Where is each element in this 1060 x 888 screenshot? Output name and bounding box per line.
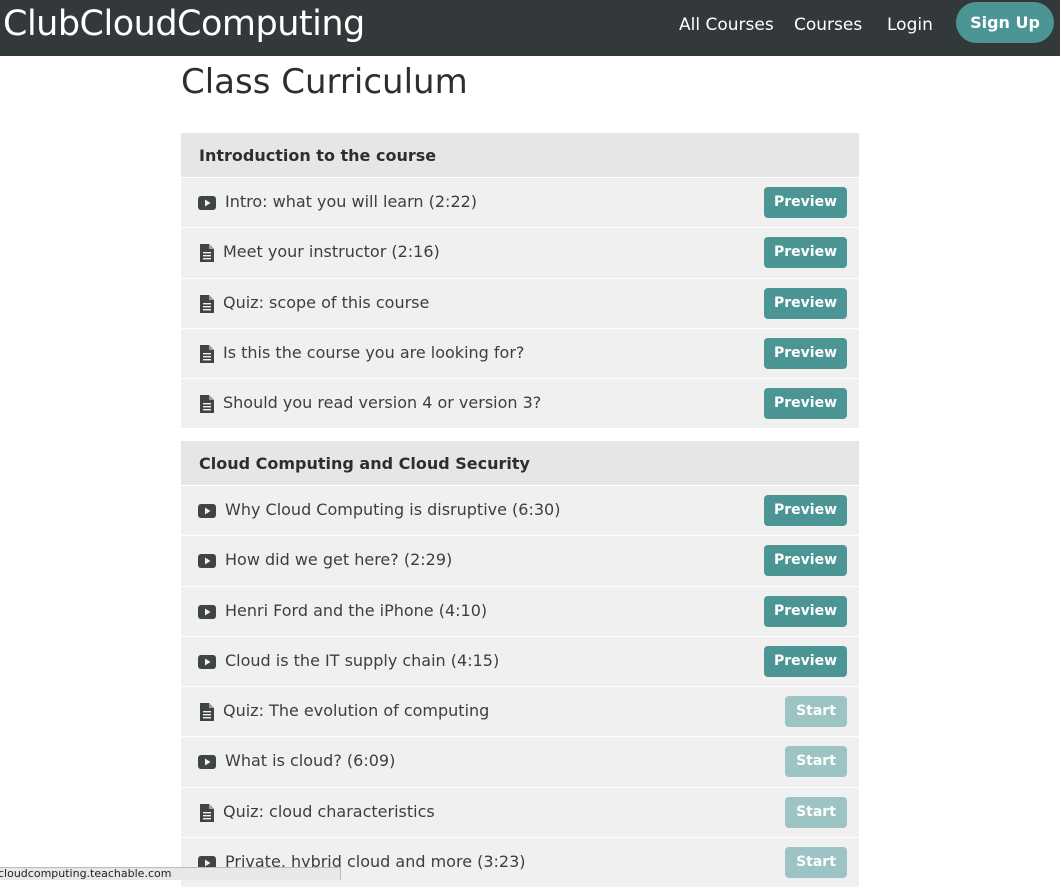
video-icon [198, 653, 216, 671]
document-icon [198, 703, 216, 722]
nav-link-login[interactable]: Login [887, 15, 933, 35]
lecture-title: Quiz: The evolution of computing [223, 701, 490, 721]
browser-status-url: cloudcomputing.teachable.com [0, 867, 341, 880]
video-icon [198, 603, 216, 621]
brand-logo[interactable]: ClubCloudComputing [3, 4, 365, 44]
preview-button[interactable]: Preview [764, 187, 847, 218]
lecture-title: How did we get here? (2:29) [225, 550, 453, 570]
lecture-item[interactable]: Henri Ford and the iPhone (4:10) Preview [181, 586, 859, 637]
section-title: Cloud Computing and Cloud Security [181, 441, 859, 486]
lecture-title: Quiz: scope of this course [223, 292, 430, 312]
preview-button[interactable]: Preview [764, 545, 847, 577]
video-icon [198, 753, 216, 771]
lecture-title: Intro: what you will learn (2:22) [225, 192, 478, 211]
lecture-item[interactable]: Is this the course you are looking for? P… [181, 328, 859, 380]
document-icon [198, 244, 216, 263]
start-button[interactable]: Start [785, 847, 847, 879]
lecture-item[interactable]: Cloud is the IT supply chain (4:15) Previ… [181, 636, 859, 688]
lecture-item[interactable]: Why Cloud Computing is disruptive (6:30)… [181, 486, 859, 537]
page-title: Class Curriculum [181, 62, 468, 102]
document-icon [198, 395, 216, 414]
lecture-title: Why Cloud Computing is disruptive (6:30) [225, 500, 561, 519]
preview-button[interactable]: Preview [764, 287, 847, 319]
document-icon [198, 803, 216, 822]
lecture-item[interactable]: Meet your instructor (2:16) Preview [181, 228, 859, 279]
lecture-title: Henri Ford and the iPhone (4:10) [225, 600, 488, 620]
sign-up-button[interactable]: Sign Up [956, 2, 1054, 43]
lecture-item[interactable]: Private, hybrid cloud and more (3:23) Sta… [181, 838, 859, 888]
lecture-item[interactable]: What is cloud? (6:09) Start [181, 737, 859, 788]
lecture-title: What is cloud? (6:09) [225, 751, 396, 771]
preview-button[interactable]: Preview [764, 388, 847, 420]
section-title: Introduction to the course [181, 133, 859, 178]
lecture-title: Cloud is the IT supply chain (4:15) [225, 650, 500, 670]
document-icon [198, 294, 216, 313]
lecture-item[interactable]: Quiz: scope of this course Preview [181, 278, 859, 329]
preview-button[interactable]: Preview [764, 337, 847, 369]
lecture-item[interactable]: Quiz: cloud characteristics Start [181, 787, 859, 839]
video-icon [198, 502, 216, 520]
lecture-item[interactable]: Intro: what you will learn (2:22) Preview [181, 178, 859, 229]
start-button[interactable]: Start [785, 696, 847, 728]
nav-link-courses[interactable]: Courses [794, 15, 862, 35]
preview-button[interactable]: Preview [764, 495, 847, 526]
curriculum-section: Cloud Computing and Cloud Security Why Cl… [181, 441, 859, 888]
nav-link-all-courses[interactable]: All Courses [679, 15, 774, 35]
lecture-title: Should you read version 4 or version 3? [223, 393, 542, 413]
lecture-title: Is this the course you are looking for? [223, 342, 525, 362]
curriculum-section: Introduction to the course Intro: what yo… [181, 133, 859, 430]
preview-button[interactable]: Preview [764, 595, 847, 627]
start-button[interactable]: Start [785, 796, 847, 828]
video-icon [198, 194, 216, 212]
lecture-title: Quiz: cloud characteristics [223, 801, 435, 821]
lecture-item[interactable]: Should you read version 4 or version 3? P… [181, 379, 859, 430]
document-icon [198, 344, 216, 363]
lecture-item[interactable]: Quiz: The evolution of computing Start [181, 687, 859, 738]
preview-button[interactable]: Preview [764, 237, 847, 269]
start-button[interactable]: Start [785, 746, 847, 778]
lecture-item[interactable]: How did we get here? (2:29) Preview [181, 536, 859, 587]
video-icon [198, 552, 216, 570]
preview-button[interactable]: Preview [764, 645, 847, 677]
lecture-title: Meet your instructor (2:16) [223, 242, 440, 262]
navbar: ClubCloudComputing All Courses Courses L… [0, 0, 1060, 56]
